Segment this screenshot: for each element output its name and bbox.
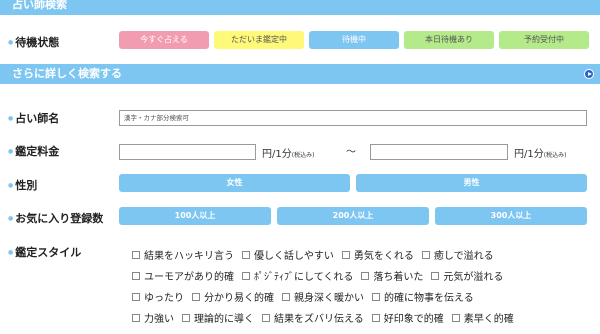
- style-option[interactable]: ゆったり: [132, 289, 184, 304]
- style-option-label: ﾎﾟｼﾞﾃｨﾌﾞにしてくれる: [254, 272, 354, 283]
- style-row: 結果をハッキリ言う 優しく話しやすい 勇気をくれる 癒しで溢れる: [132, 244, 592, 265]
- status-now-button[interactable]: 今すぐ占える: [119, 31, 209, 49]
- status-in-session-label: ただいま鑑定中: [231, 35, 287, 44]
- checkbox[interactable]: [421, 250, 430, 259]
- style-row: 力強い 理論的に導く 結果をズバリ伝える 好印象で的確 素早く的確: [132, 307, 592, 328]
- fee-max-unit-note: (税込み): [543, 152, 567, 159]
- checkbox[interactable]: [371, 313, 380, 322]
- checkbox[interactable]: [182, 313, 190, 322]
- status-today-label: 本日待機あり: [425, 35, 473, 44]
- detail-search-title: さらに詳しく検索する: [12, 67, 122, 80]
- teller-name-label: 占い師名: [8, 110, 59, 126]
- style-option-label: 落ち着いた: [373, 272, 424, 283]
- fee-label: 鑑定料金: [8, 143, 59, 159]
- gender-female-button[interactable]: 女性: [119, 174, 350, 192]
- style-option[interactable]: 結果をハッキリ言う: [132, 247, 234, 262]
- style-option-label: 結果をハッキリ言う: [144, 251, 234, 262]
- style-option[interactable]: 元気が溢れる: [431, 268, 503, 283]
- style-option-label: 分かり易く的確: [204, 293, 274, 304]
- status-waiting-button[interactable]: 待機中: [309, 31, 399, 49]
- checkbox[interactable]: [132, 250, 140, 259]
- style-option-label: 親身深く暖かい: [294, 293, 364, 304]
- checkbox[interactable]: [341, 250, 350, 259]
- gender-male-button[interactable]: 男性: [356, 174, 587, 192]
- search-title: 占い師検索: [12, 0, 67, 11]
- status-now-label: 今すぐ占える: [140, 35, 188, 44]
- checkbox[interactable]: [372, 292, 380, 301]
- fee-min-unit: 円/1分(税込み): [262, 145, 314, 160]
- favorites-label: お気に入り登録数: [8, 210, 103, 226]
- checkbox[interactable]: [451, 313, 460, 322]
- fee-min-unit-text: 円/1分: [262, 149, 292, 160]
- expand-arrow-icon[interactable]: [584, 69, 594, 79]
- style-option[interactable]: ﾎﾟｼﾞﾃｨﾌﾞにしてくれる: [242, 268, 353, 283]
- style-option[interactable]: 素早く的確: [451, 310, 514, 325]
- status-in-session-button[interactable]: ただいま鑑定中: [214, 31, 304, 49]
- style-option[interactable]: 理論的に導く: [182, 310, 254, 325]
- style-label: 鑑定スタイル: [8, 244, 81, 260]
- style-option[interactable]: 力強い: [132, 310, 174, 325]
- style-option[interactable]: 癒しで溢れる: [421, 247, 494, 262]
- checkbox[interactable]: [132, 292, 140, 301]
- checkbox[interactable]: [282, 292, 290, 301]
- fee-separator: 〜: [346, 147, 356, 158]
- style-option-label: 癒しで溢れる: [433, 251, 494, 262]
- favorites-100-button[interactable]: 100人以上: [119, 207, 271, 225]
- favorites-300-button[interactable]: 300人以上: [435, 207, 587, 225]
- checkbox[interactable]: [132, 271, 140, 280]
- style-option-label: 力強い: [144, 314, 174, 325]
- fee-max-unit: 円/1分(税込み): [514, 145, 566, 160]
- style-option[interactable]: 勇気をくれる: [341, 247, 414, 262]
- style-option[interactable]: 分かり易く的確: [192, 289, 274, 304]
- style-option-label: 理論的に導く: [194, 314, 254, 325]
- search-header-bar: 占い師検索: [0, 0, 600, 15]
- style-option-label: 結果をズバリ伝える: [274, 314, 364, 325]
- style-option-label: ユーモアがあり的確: [144, 272, 234, 283]
- detail-search-bar[interactable]: さらに詳しく検索する: [0, 64, 600, 84]
- style-row: ユーモアがあり的確 ﾎﾟｼﾞﾃｨﾌﾞにしてくれる 落ち着いた 元気が溢れる: [132, 265, 592, 286]
- wait-status-label: 待機状態: [8, 34, 59, 50]
- style-option[interactable]: 的確に物事を伝える: [372, 289, 474, 304]
- style-row: ゆったり 分かり易く的確 親身深く暖かい 的確に物事を伝える: [132, 286, 592, 307]
- style-option[interactable]: 親身深く暖かい: [282, 289, 364, 304]
- fee-min-unit-note: (税込み): [291, 152, 315, 159]
- status-reservation-label: 予約受付中: [524, 35, 564, 44]
- status-waiting-label: 待機中: [342, 35, 366, 44]
- style-option-label: 優しく話しやすい: [254, 251, 334, 262]
- checkbox[interactable]: [262, 313, 270, 322]
- checkbox[interactable]: [242, 250, 250, 259]
- gender-label: 性別: [8, 177, 37, 193]
- fee-max-unit-text: 円/1分: [514, 149, 544, 160]
- checkbox[interactable]: [431, 271, 440, 280]
- checkbox[interactable]: [132, 313, 140, 322]
- style-option-label: 元気が溢れる: [443, 272, 504, 283]
- style-option-label: 好印象で的確: [383, 314, 444, 325]
- style-option-label: 勇気をくれる: [353, 251, 414, 262]
- fee-min-input[interactable]: [119, 144, 256, 160]
- style-option-label: 的確に物事を伝える: [384, 293, 474, 304]
- style-option[interactable]: 結果をズバリ伝える: [262, 310, 364, 325]
- style-checkbox-group: 結果をハッキリ言う 優しく話しやすい 勇気をくれる 癒しで溢れる ユーモアがあり…: [132, 244, 592, 328]
- status-today-button[interactable]: 本日待機あり: [404, 31, 494, 49]
- style-option-label: ゆったり: [144, 293, 184, 304]
- checkbox[interactable]: [192, 292, 200, 301]
- fee-max-input[interactable]: [370, 144, 508, 160]
- teller-name-input[interactable]: [119, 110, 587, 126]
- favorites-200-button[interactable]: 200人以上: [277, 207, 429, 225]
- style-option-label: 素早く的確: [463, 314, 514, 325]
- style-option[interactable]: 落ち着いた: [361, 268, 423, 283]
- style-option[interactable]: 好印象で的確: [371, 310, 444, 325]
- status-reservation-button[interactable]: 予約受付中: [499, 31, 589, 49]
- checkbox[interactable]: [242, 271, 250, 280]
- checkbox[interactable]: [361, 271, 370, 280]
- style-option[interactable]: 優しく話しやすい: [242, 247, 334, 262]
- style-option[interactable]: ユーモアがあり的確: [132, 268, 234, 283]
